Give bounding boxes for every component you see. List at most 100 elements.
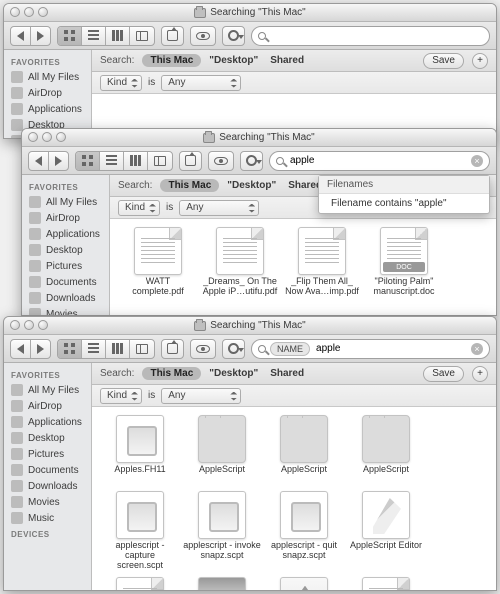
zoom-icon[interactable] — [38, 7, 48, 17]
traffic-lights[interactable] — [28, 132, 66, 142]
icon-view-icon[interactable] — [64, 30, 75, 41]
sidebar-item-desktop[interactable]: Desktop — [22, 242, 109, 258]
criteria-attribute[interactable]: Kind — [100, 388, 142, 404]
criteria-attribute[interactable]: Kind — [118, 200, 160, 216]
action-button[interactable] — [222, 339, 245, 359]
search-input[interactable] — [270, 29, 483, 42]
file-item[interactable]: AppleScript Editor — [346, 491, 426, 571]
quicklook-button[interactable] — [190, 339, 216, 359]
back-icon[interactable] — [17, 31, 24, 41]
back-icon[interactable] — [35, 156, 42, 166]
search-scope-bar: Search: This Mac "Desktop" Shared Save + — [92, 50, 496, 72]
forward-icon[interactable] — [37, 31, 44, 41]
scope-this-mac[interactable]: This Mac — [142, 54, 201, 67]
sidebar-item-all-my-files[interactable]: All My Files — [22, 194, 109, 210]
column-view-icon[interactable] — [112, 30, 123, 41]
file-item[interactable]: Apples.FH11 — [100, 415, 180, 485]
sidebar-item-documents[interactable]: Documents — [22, 274, 109, 290]
scope-desktop[interactable]: "Desktop" — [205, 367, 262, 380]
share-button[interactable] — [179, 151, 202, 171]
file-item[interactable]: HTMAppleScript_ReadM — [100, 577, 180, 590]
view-mode[interactable] — [75, 151, 173, 171]
sidebar-item-airdrop[interactable]: AirDrop — [4, 85, 91, 101]
sidebar-item-music[interactable]: Music — [4, 510, 91, 526]
file-name: AppleScript Editor — [350, 541, 422, 561]
search-icon — [258, 345, 266, 353]
criteria-value[interactable]: Any — [161, 388, 241, 404]
search-token-name[interactable]: NAME — [270, 342, 310, 356]
file-item[interactable]: AppleScript — [182, 415, 262, 485]
search-input[interactable] — [288, 154, 471, 167]
criteria-attribute[interactable]: Kind — [100, 75, 142, 91]
sidebar-item-applications[interactable]: Applications — [4, 101, 91, 117]
action-button[interactable] — [240, 151, 263, 171]
sidebar-item-movies[interactable]: Movies — [4, 494, 91, 510]
file-item[interactable]: AppleScript — [346, 415, 426, 485]
search-field[interactable]: × — [269, 151, 490, 171]
sidebar-item-applications[interactable]: Applications — [4, 414, 91, 430]
file-item[interactable]: WATT complete.pdf — [118, 227, 198, 297]
criteria-value[interactable]: Any — [161, 75, 241, 91]
sidebar-item-airdrop[interactable]: AirDrop — [22, 210, 109, 226]
sidebar-item-documents[interactable]: Documents — [4, 462, 91, 478]
forward-icon[interactable] — [55, 156, 62, 166]
file-item[interactable]: _Flip Them All_ Now Ava…imp.pdf — [282, 227, 362, 297]
sidebar-item-pictures[interactable]: Pictures — [22, 258, 109, 274]
sidebar-item-all-my-files[interactable]: All My Files — [4, 69, 91, 85]
sidebar-item-airdrop[interactable]: AirDrop — [4, 398, 91, 414]
scope-desktop[interactable]: "Desktop" — [223, 179, 280, 192]
add-criteria-button[interactable]: + — [472, 366, 488, 382]
share-button[interactable] — [161, 339, 184, 359]
search-field[interactable]: NAME × — [251, 339, 490, 359]
quicklook-button[interactable] — [190, 26, 216, 46]
search-input[interactable] — [314, 342, 471, 355]
quicklook-button[interactable] — [208, 151, 234, 171]
view-mode[interactable] — [57, 339, 155, 359]
file-item[interactable]: applescript - invoke snapz.scpt — [182, 491, 262, 571]
scope-shared[interactable]: Shared — [266, 54, 308, 67]
list-view-icon[interactable] — [88, 30, 99, 41]
sidebar-item-downloads[interactable]: Downloads — [4, 478, 91, 494]
sidebar-item-downloads[interactable]: Downloads — [22, 290, 109, 306]
file-item[interactable]: applescript - capture screen.scpt — [100, 491, 180, 571]
titlebar[interactable]: Searching "This Mac" — [4, 317, 496, 335]
clear-search-icon[interactable]: × — [471, 343, 483, 355]
file-item[interactable]: Applet Launcher — [264, 577, 344, 590]
sidebar-item-desktop[interactable]: Desktop — [4, 430, 91, 446]
share-button[interactable] — [161, 26, 184, 46]
sidebar-item-applications[interactable]: Applications — [22, 226, 109, 242]
view-mode[interactable] — [57, 26, 155, 46]
sidebar-item-all-my-files[interactable]: All My Files — [4, 382, 91, 398]
close-icon[interactable] — [10, 7, 20, 17]
file-item[interactable]: Appleserver.jpeg — [182, 577, 262, 590]
save-button[interactable]: Save — [423, 366, 464, 382]
minimize-icon[interactable] — [24, 7, 34, 17]
sidebar-item-movies[interactable]: Movies — [22, 306, 109, 315]
traffic-lights[interactable] — [10, 7, 48, 17]
titlebar[interactable]: Searching "This Mac" — [22, 129, 496, 147]
file-item[interactable]: AppleScript — [264, 415, 344, 485]
save-button[interactable]: Save — [423, 53, 464, 69]
clear-search-icon[interactable]: × — [471, 155, 483, 167]
criteria-value[interactable]: Any — [179, 200, 259, 216]
scope-this-mac[interactable]: This Mac — [160, 179, 219, 192]
scope-shared[interactable]: Shared — [266, 367, 308, 380]
titlebar[interactable]: Searching "This Mac" — [4, 4, 496, 22]
file-item[interactable]: applescript - quit snapz.scpt — [264, 491, 344, 571]
sidebar-item-pictures[interactable]: Pictures — [4, 446, 91, 462]
traffic-lights[interactable] — [10, 320, 48, 330]
scope-this-mac[interactable]: This Mac — [142, 367, 201, 380]
action-button[interactable] — [222, 26, 245, 46]
nav-back-forward[interactable] — [28, 151, 69, 171]
file-item[interactable]: DOC"Piloting Palm" manuscript.doc — [364, 227, 444, 297]
coverflow-view-icon[interactable] — [136, 31, 148, 41]
nav-back-forward[interactable] — [10, 26, 51, 46]
nav-back-forward[interactable] — [10, 339, 51, 359]
add-criteria-button[interactable]: + — [472, 53, 488, 69]
file-thumbnail — [198, 415, 246, 463]
suggestion-row[interactable]: Filename contains "apple" — [319, 194, 489, 213]
file-item[interactable]: WEBAppletell reviews — [346, 577, 426, 590]
file-item[interactable]: _Dreams_ On The Apple iP…utifu.pdf — [200, 227, 280, 297]
search-field[interactable] — [251, 26, 490, 46]
scope-desktop[interactable]: "Desktop" — [205, 54, 262, 67]
